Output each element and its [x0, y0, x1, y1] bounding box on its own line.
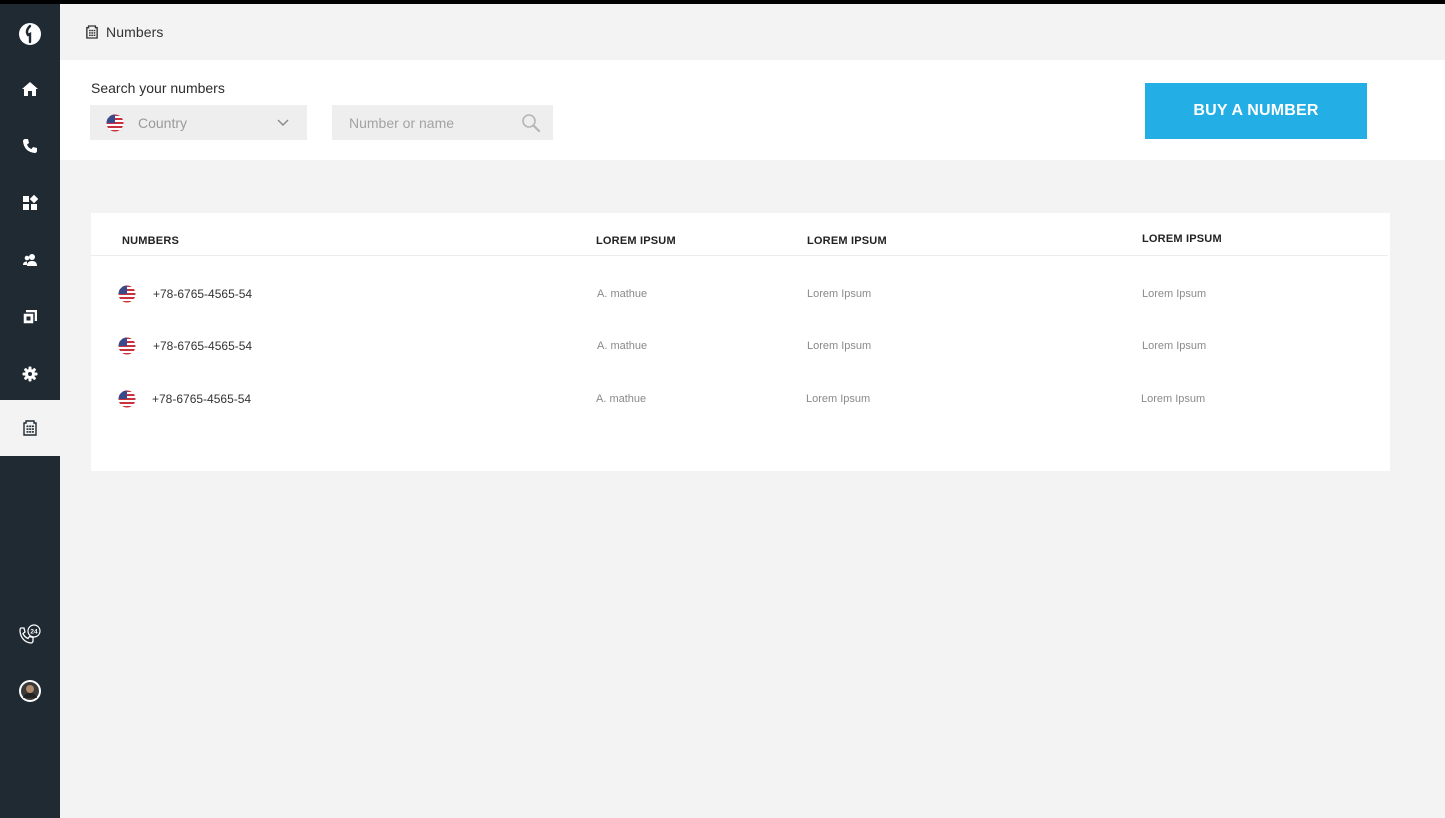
sidebar-item-calls[interactable]: [0, 118, 60, 174]
us-flag-icon: [118, 337, 136, 355]
page-header: Numbers: [60, 4, 1445, 60]
country-placeholder: Country: [138, 114, 188, 131]
column-header-numbers[interactable]: NUMBERS: [122, 235, 179, 247]
sidebar-item-apps[interactable]: [0, 175, 60, 231]
row-col2: A. mathue: [597, 340, 648, 352]
building-icon: [23, 420, 37, 436]
home-icon: [22, 82, 38, 96]
row-number: +78-6765-4565-54: [152, 392, 252, 406]
support-24-label: 24: [30, 628, 38, 635]
sidebar: 24: [0, 4, 60, 818]
numbers-table: NUMBERS LOREM IPSUM LOREM IPSUM LOREM IP…: [91, 213, 1390, 471]
column-header-3[interactable]: LOREM IPSUM: [807, 235, 887, 247]
logo-icon: [19, 23, 41, 45]
row-col2: A. mathue: [596, 393, 647, 405]
sidebar-item-copy[interactable]: [0, 289, 60, 345]
users-icon: [23, 254, 37, 266]
apps-icon: [23, 195, 38, 210]
us-flag-icon: [118, 285, 136, 303]
sidebar-item-profile[interactable]: [0, 663, 60, 719]
sidebar-item-settings[interactable]: [0, 346, 60, 402]
row-number: +78-6765-4565-54: [153, 287, 253, 301]
row-col4: Lorem Ipsum: [1142, 340, 1207, 352]
search-label: Search your numbers: [91, 80, 225, 96]
copy-icon: [22, 310, 37, 325]
row-col4: Lorem Ipsum: [1142, 288, 1207, 300]
table-row[interactable]: +78-6765-4565-54 A. mathue Lorem Ipsum L…: [91, 320, 1390, 372]
row-col3: Lorem Ipsum: [806, 393, 871, 405]
row-col3: Lorem Ipsum: [807, 288, 872, 300]
sidebar-item-numbers[interactable]: [0, 400, 60, 456]
row-col4: Lorem Ipsum: [1141, 393, 1206, 405]
search-input[interactable]: [332, 105, 517, 140]
support-24-icon: 24: [19, 624, 41, 644]
column-header-2[interactable]: LOREM IPSUM: [596, 235, 676, 247]
sidebar-item-logo[interactable]: [0, 6, 60, 62]
search-icon[interactable]: [521, 113, 541, 133]
us-flag-icon: [106, 114, 124, 131]
sidebar-item-home[interactable]: [0, 61, 60, 117]
phone-icon: [23, 139, 37, 153]
country-select[interactable]: Country: [90, 105, 307, 140]
building-icon: [86, 25, 98, 39]
table-row[interactable]: +78-6765-4565-54 A. mathue Lorem Ipsum L…: [91, 372, 1390, 424]
page-title: Numbers: [106, 24, 164, 40]
search-box: [332, 105, 553, 140]
buy-number-button[interactable]: BUY A NUMBER: [1145, 83, 1367, 139]
row-number: +78-6765-4565-54: [153, 339, 253, 353]
table-row[interactable]: +78-6765-4565-54 A. mathue Lorem Ipsum L…: [91, 268, 1390, 320]
sidebar-item-support[interactable]: 24: [0, 607, 60, 663]
settings-icon: [22, 366, 38, 382]
sidebar-item-users[interactable]: [0, 232, 60, 288]
table-header: NUMBERS LOREM IPSUM LOREM IPSUM LOREM IP…: [91, 213, 1388, 256]
avatar: [19, 680, 41, 702]
search-panel: Search your numbers Country Number or na…: [60, 60, 1445, 160]
row-col3: Lorem Ipsum: [807, 340, 872, 352]
chevron-down-icon: [277, 119, 289, 126]
app-frame: 24 Numbers Search your numbers Country N…: [0, 4, 1445, 818]
us-flag-icon: [118, 390, 136, 408]
column-header-4[interactable]: LOREM IPSUM: [1142, 233, 1222, 245]
row-col2: A. mathue: [597, 288, 648, 300]
